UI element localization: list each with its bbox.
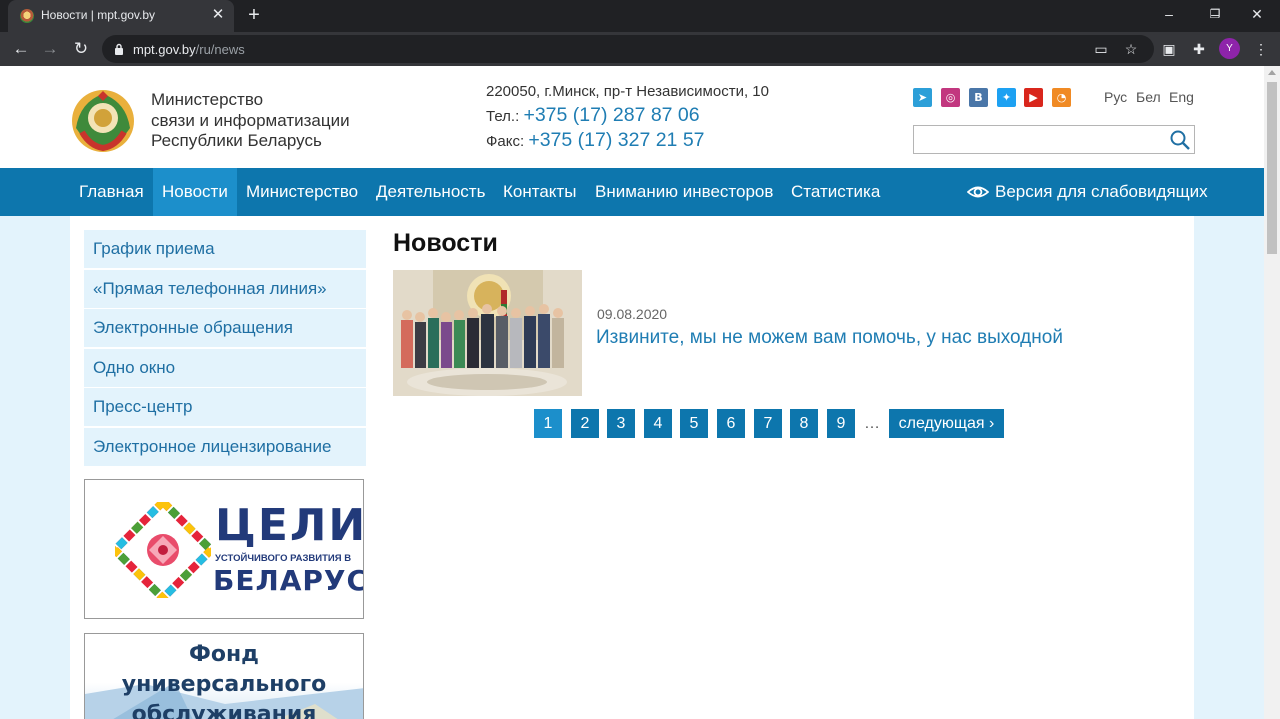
nav-item-contacts[interactable]: Контакты [494,168,585,216]
pager-page-4[interactable]: 4 [644,409,672,438]
pager-page-1[interactable]: 1 [534,409,562,438]
minimize-button[interactable]: – [1146,0,1192,30]
search-icon[interactable] [1169,129,1191,151]
extensions-puzzle-icon[interactable]: ✚ [1188,38,1210,60]
sidebar-item-e-licensing[interactable]: Электронное лицензирование [84,427,366,466]
news-date: 09.08.2020 [597,306,668,322]
fund-title-line-2: обслуживания [131,702,317,719]
ministry-name-line-1: Министерство [151,90,264,109]
page-title: Новости [393,229,498,257]
scroll-up-arrow-icon[interactable] [1268,70,1276,75]
fund-title: Фонд универсального обслуживания [85,640,363,719]
scrollbar-thumb[interactable] [1267,82,1277,254]
pager-next-button[interactable]: следующая › [889,409,1004,438]
sidebar-item-e-appeals[interactable]: Электронные обращения [84,309,366,347]
browser-tab[interactable]: Новости | mpt.gov.by ✕ [8,0,234,32]
bookmark-star-icon[interactable]: ☆ [1122,40,1140,58]
close-tab-icon[interactable]: ✕ [209,6,227,24]
phone-label: Тел.: [486,108,520,125]
sdg-ornament-logo [115,502,211,598]
pager-ellipsis: … [864,415,880,432]
tab-title: Новости | mpt.gov.by [41,8,156,22]
pager-page-6[interactable]: 6 [717,409,745,438]
close-window-button[interactable]: ✕ [1234,0,1280,30]
cast-icon[interactable]: ▭ [1092,40,1110,58]
site-header: Министерство связи и информатизации Респ… [0,66,1264,168]
nav-item-activity[interactable]: Деятельность [367,168,494,216]
sdg-goals-banner[interactable]: ЦЕЛИ УСТОЙЧИВОГО РАЗВИТИЯ В БЕЛАРУСИ [84,479,364,619]
main-navigation: Главная Новости Министерство Деятельност… [0,168,1264,216]
fax-number: +375 (17) 327 21 57 [528,129,705,151]
lang-be-link[interactable]: Бел [1136,89,1161,105]
news-photo-illustration [393,270,582,396]
url-text: mpt.gov.by/ru/news [133,42,245,57]
search-input[interactable] [913,125,1195,154]
vk-icon[interactable]: B [969,88,988,107]
menu-kebab-icon[interactable]: ⋮ [1250,38,1272,60]
ministry-name-line-2: связи и информатизации [151,110,350,130]
sdg-country: БЕЛАРУСИ [213,564,363,597]
profile-avatar[interactable]: Y [1219,38,1240,59]
address-bar[interactable]: mpt.gov.by/ru/news ▭ ☆ [102,35,1154,63]
sidebar-item-hotline[interactable]: «Прямая телефонная линия» [84,269,366,308]
page-scrollbar[interactable] [1264,66,1280,719]
sdg-subtitle: УСТОЙЧИВОГО РАЗВИТИЯ В [215,553,352,564]
lang-ru: Рус [1104,89,1128,105]
rss-icon[interactable]: ◔ [1052,88,1071,107]
reload-icon[interactable]: ↻ [68,36,94,62]
instagram-icon[interactable]: ◎ [941,88,960,107]
new-tab-button[interactable]: + [243,4,265,26]
ministry-name[interactable]: Министерство связи и информатизации Респ… [151,90,350,152]
low-vision-version-link[interactable]: Версия для слабовидящих [995,168,1208,216]
pager-page-8[interactable]: 8 [790,409,818,438]
phone-link[interactable]: +375 (17) 287 87 06 [523,104,699,126]
universal-service-fund-banner[interactable]: Фонд универсального обслуживания [84,633,364,719]
browser-toolbar: ← → ↻ mpt.gov.by/ru/news ▭ ☆ ▣ ✚ Y ⋮ [0,32,1280,66]
nav-item-home[interactable]: Главная [70,168,153,216]
eye-icon[interactable] [967,183,989,201]
pager-page-7[interactable]: 7 [754,409,782,438]
ministry-name-line-3: Республики Беларусь [151,131,322,150]
youtube-icon[interactable]: ▶ [1024,88,1043,107]
lang-en-link[interactable]: Eng [1169,89,1194,105]
sidebar-item-one-window[interactable]: Одно окно [84,348,366,387]
sidebar-item-press-center[interactable]: Пресс-центр [84,388,366,426]
site-favicon-icon [20,9,34,23]
phone-row: Тел.: +375 (17) 287 87 06 [486,104,700,127]
sidebar-item-schedule[interactable]: График приема [84,230,366,268]
address-text: 220050, г.Минск, пр-т Независимости, 10 [486,83,769,100]
nav-item-ministry[interactable]: Министерство [237,168,367,216]
pager-page-3[interactable]: 3 [607,409,635,438]
pager-page-2[interactable]: 2 [571,409,599,438]
forward-arrow-icon[interactable]: → [37,36,63,62]
nav-item-statistics[interactable]: Статистика [782,168,889,216]
nav-item-news[interactable]: Новости [153,168,237,216]
fund-title-line-1: Фонд универсального [121,642,327,697]
media-control-icon[interactable]: ▣ [1158,38,1180,60]
fax-label: Факс: [486,133,525,150]
pager-page-5[interactable]: 5 [680,409,708,438]
news-thumbnail-image[interactable] [393,270,582,396]
fax-row: Факс: +375 (17) 327 21 57 [486,129,705,152]
telegram-icon[interactable]: ➤ [913,88,932,107]
sdg-title: ЦЕЛИ [215,500,364,551]
lock-icon [115,43,123,55]
maximize-button[interactable]: ❐ [1192,0,1238,30]
news-title-link[interactable]: Извините, мы не можем вам помочь, у нас … [596,327,1063,349]
belarus-emblem-logo[interactable] [70,88,136,154]
pager-page-9[interactable]: 9 [827,409,855,438]
twitter-icon[interactable]: ✦ [997,88,1016,107]
browser-tab-bar: Новости | mpt.gov.by ✕ + – [0,0,1280,32]
nav-item-investors[interactable]: Вниманию инвесторов [586,168,782,216]
back-arrow-icon[interactable]: ← [8,36,34,62]
